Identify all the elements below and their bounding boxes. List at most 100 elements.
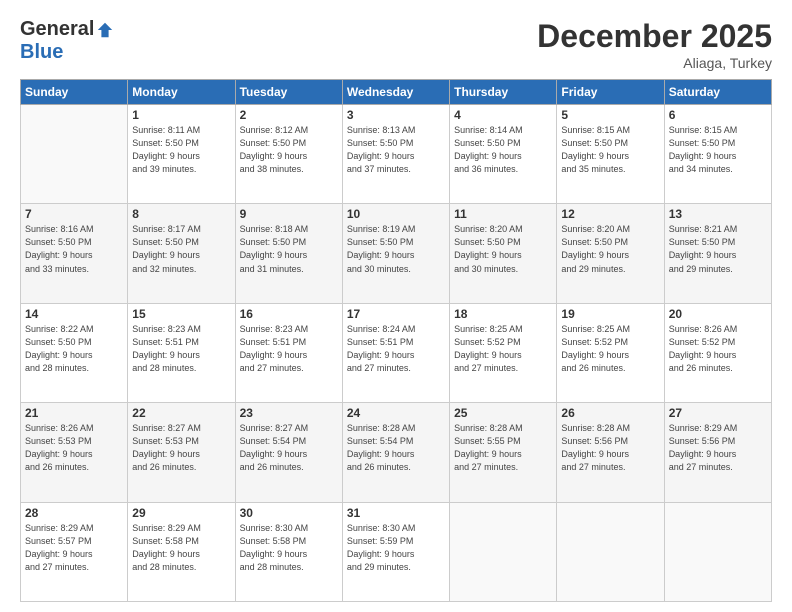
day-info: Sunrise: 8:27 AM Sunset: 5:54 PM Dayligh… [240, 422, 338, 474]
day-cell: 1Sunrise: 8:11 AM Sunset: 5:50 PM Daylig… [128, 105, 235, 204]
day-info: Sunrise: 8:28 AM Sunset: 5:56 PM Dayligh… [561, 422, 659, 474]
day-info: Sunrise: 8:16 AM Sunset: 5:50 PM Dayligh… [25, 223, 123, 275]
day-cell: 21Sunrise: 8:26 AM Sunset: 5:53 PM Dayli… [21, 403, 128, 502]
day-cell: 16 Sunrise: 8:23 AM Sunset: 5:51 PM Dayli… [235, 303, 342, 402]
day-number: 24 [347, 406, 445, 420]
day-cell [450, 502, 557, 601]
day-info: Sunrise: 8:15 AM Sunset: 5:50 PM Dayligh… [669, 124, 767, 176]
day-cell [664, 502, 771, 601]
day-cell: 28Sunrise: 8:29 AM Sunset: 5:57 PM Dayli… [21, 502, 128, 601]
header: General Blue December 2025 Aliaga, Turke… [20, 18, 772, 71]
day-cell [21, 105, 128, 204]
day-number: 15 [132, 307, 230, 321]
day-number: 10 [347, 207, 445, 221]
weekday-header-monday: Monday [128, 80, 235, 105]
day-info: Sunrise: 8:28 AM Sunset: 5:55 PM Dayligh… [454, 422, 552, 474]
day-info: Sunrise: 8:14 AM Sunset: 5:50 PM Dayligh… [454, 124, 552, 176]
day-number: 23 [240, 406, 338, 420]
day-info: Sunrise: 8:27 AM Sunset: 5:53 PM Dayligh… [132, 422, 230, 474]
day-number: 9 [240, 207, 338, 221]
logo: General Blue [20, 18, 114, 64]
day-cell: 27Sunrise: 8:29 AM Sunset: 5:56 PM Dayli… [664, 403, 771, 502]
day-cell: 5Sunrise: 8:15 AM Sunset: 5:50 PM Daylig… [557, 105, 664, 204]
day-cell: 15 Sunrise: 8:23 AM Sunset: 5:51 PM Dayli… [128, 303, 235, 402]
day-number: 12 [561, 207, 659, 221]
day-cell: 25 Sunrise: 8:28 AM Sunset: 5:55 PM Dayli… [450, 403, 557, 502]
day-info: Sunrise: 8:26 AM Sunset: 5:52 PM Dayligh… [669, 323, 767, 375]
day-number: 4 [454, 108, 552, 122]
day-cell: 23 Sunrise: 8:27 AM Sunset: 5:54 PM Dayli… [235, 403, 342, 502]
day-cell: 17Sunrise: 8:24 AM Sunset: 5:51 PM Dayli… [342, 303, 449, 402]
day-number: 11 [454, 207, 552, 221]
day-info: Sunrise: 8:23 AM Sunset: 5:51 PM Dayligh… [132, 323, 230, 375]
day-cell: 14Sunrise: 8:22 AM Sunset: 5:50 PM Dayli… [21, 303, 128, 402]
day-number: 19 [561, 307, 659, 321]
day-info: Sunrise: 8:19 AM Sunset: 5:50 PM Dayligh… [347, 223, 445, 275]
day-cell: 19 Sunrise: 8:25 AM Sunset: 5:52 PM Dayli… [557, 303, 664, 402]
logo-icon [96, 21, 114, 39]
calendar-table: SundayMondayTuesdayWednesdayThursdayFrid… [20, 79, 772, 602]
day-cell: 8 Sunrise: 8:17 AM Sunset: 5:50 PM Daylig… [128, 204, 235, 303]
week-row-1: 1Sunrise: 8:11 AM Sunset: 5:50 PM Daylig… [21, 105, 772, 204]
day-cell: 9 Sunrise: 8:18 AM Sunset: 5:50 PM Daylig… [235, 204, 342, 303]
weekday-header-thursday: Thursday [450, 80, 557, 105]
day-number: 16 [240, 307, 338, 321]
day-number: 26 [561, 406, 659, 420]
title-block: December 2025 Aliaga, Turkey [537, 18, 772, 71]
day-number: 8 [132, 207, 230, 221]
logo-text: General [20, 18, 114, 41]
day-cell: 18Sunrise: 8:25 AM Sunset: 5:52 PM Dayli… [450, 303, 557, 402]
day-info: Sunrise: 8:12 AM Sunset: 5:50 PM Dayligh… [240, 124, 338, 176]
day-number: 6 [669, 108, 767, 122]
day-info: Sunrise: 8:20 AM Sunset: 5:50 PM Dayligh… [454, 223, 552, 275]
week-row-4: 21Sunrise: 8:26 AM Sunset: 5:53 PM Dayli… [21, 403, 772, 502]
day-number: 30 [240, 506, 338, 520]
week-row-5: 28Sunrise: 8:29 AM Sunset: 5:57 PM Dayli… [21, 502, 772, 601]
day-number: 13 [669, 207, 767, 221]
day-cell: 13 Sunrise: 8:21 AM Sunset: 5:50 PM Dayli… [664, 204, 771, 303]
month-year: December 2025 [537, 18, 772, 55]
day-info: Sunrise: 8:28 AM Sunset: 5:54 PM Dayligh… [347, 422, 445, 474]
day-info: Sunrise: 8:29 AM Sunset: 5:57 PM Dayligh… [25, 522, 123, 574]
day-number: 17 [347, 307, 445, 321]
day-number: 14 [25, 307, 123, 321]
day-cell: 20 Sunrise: 8:26 AM Sunset: 5:52 PM Dayli… [664, 303, 771, 402]
weekday-header-row: SundayMondayTuesdayWednesdayThursdayFrid… [21, 80, 772, 105]
day-cell: 7 Sunrise: 8:16 AM Sunset: 5:50 PM Daylig… [21, 204, 128, 303]
day-info: Sunrise: 8:30 AM Sunset: 5:59 PM Dayligh… [347, 522, 445, 574]
day-cell: 4 Sunrise: 8:14 AM Sunset: 5:50 PM Daylig… [450, 105, 557, 204]
day-info: Sunrise: 8:25 AM Sunset: 5:52 PM Dayligh… [561, 323, 659, 375]
day-cell [557, 502, 664, 601]
day-info: Sunrise: 8:17 AM Sunset: 5:50 PM Dayligh… [132, 223, 230, 275]
day-info: Sunrise: 8:30 AM Sunset: 5:58 PM Dayligh… [240, 522, 338, 574]
day-number: 27 [669, 406, 767, 420]
day-number: 2 [240, 108, 338, 122]
logo-blue-text: Blue [20, 41, 63, 64]
day-info: Sunrise: 8:15 AM Sunset: 5:50 PM Dayligh… [561, 124, 659, 176]
day-cell: 30 Sunrise: 8:30 AM Sunset: 5:58 PM Dayli… [235, 502, 342, 601]
day-number: 20 [669, 307, 767, 321]
day-info: Sunrise: 8:18 AM Sunset: 5:50 PM Dayligh… [240, 223, 338, 275]
day-number: 29 [132, 506, 230, 520]
day-info: Sunrise: 8:29 AM Sunset: 5:58 PM Dayligh… [132, 522, 230, 574]
day-number: 21 [25, 406, 123, 420]
day-cell: 10 Sunrise: 8:19 AM Sunset: 5:50 PM Dayli… [342, 204, 449, 303]
day-info: Sunrise: 8:21 AM Sunset: 5:50 PM Dayligh… [669, 223, 767, 275]
day-cell: 29 Sunrise: 8:29 AM Sunset: 5:58 PM Dayli… [128, 502, 235, 601]
day-number: 25 [454, 406, 552, 420]
day-cell: 26 Sunrise: 8:28 AM Sunset: 5:56 PM Dayli… [557, 403, 664, 502]
day-cell: 22Sunrise: 8:27 AM Sunset: 5:53 PM Dayli… [128, 403, 235, 502]
weekday-header-wednesday: Wednesday [342, 80, 449, 105]
day-number: 18 [454, 307, 552, 321]
weekday-header-saturday: Saturday [664, 80, 771, 105]
day-cell: 3Sunrise: 8:13 AM Sunset: 5:50 PM Daylig… [342, 105, 449, 204]
day-cell: 12Sunrise: 8:20 AM Sunset: 5:50 PM Dayli… [557, 204, 664, 303]
day-number: 31 [347, 506, 445, 520]
weekday-header-friday: Friday [557, 80, 664, 105]
week-row-3: 14Sunrise: 8:22 AM Sunset: 5:50 PM Dayli… [21, 303, 772, 402]
weekday-header-sunday: Sunday [21, 80, 128, 105]
day-number: 7 [25, 207, 123, 221]
day-info: Sunrise: 8:23 AM Sunset: 5:51 PM Dayligh… [240, 323, 338, 375]
day-number: 1 [132, 108, 230, 122]
day-info: Sunrise: 8:13 AM Sunset: 5:50 PM Dayligh… [347, 124, 445, 176]
